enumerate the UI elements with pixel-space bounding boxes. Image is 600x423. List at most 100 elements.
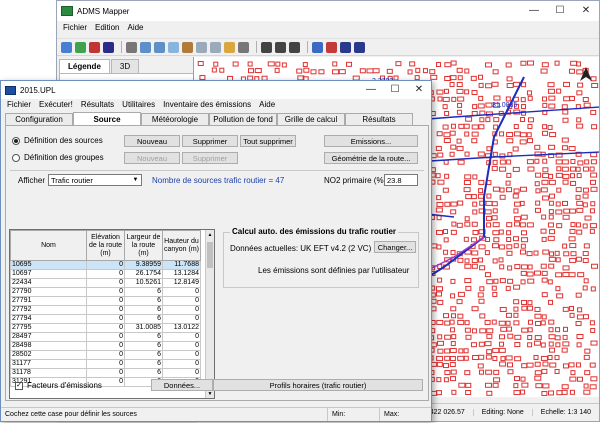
tab-meteorologie[interactable]: Météorologie xyxy=(141,113,209,125)
draw-polygon-icon[interactable] xyxy=(289,41,300,53)
emissions-button[interactable]: Emissions... xyxy=(324,135,418,147)
table-scrollbar[interactable]: ▲ ▼ xyxy=(205,230,214,398)
tab-grille-de-calcul[interactable]: Grille de calcul xyxy=(277,113,345,125)
minimize-icon[interactable]: — xyxy=(359,81,383,98)
cell-hauteur[interactable]: 13.1284 xyxy=(162,269,201,279)
cell-hauteur[interactable]: 0 xyxy=(162,305,201,315)
pan-hand-icon[interactable] xyxy=(182,41,193,53)
table-row[interactable]: 27792 0 6 0 xyxy=(10,305,201,315)
tab-3d[interactable]: 3D xyxy=(110,59,140,73)
menu-fichier[interactable]: Fichier xyxy=(3,100,35,112)
info-tool-icon[interactable] xyxy=(224,41,235,53)
cell-elevation[interactable]: 0 xyxy=(86,332,125,342)
cell-hauteur[interactable]: 0 xyxy=(162,296,201,306)
mapper-menu-aide[interactable]: Aide xyxy=(123,23,147,37)
table-row[interactable]: 27790 0 6 0 xyxy=(10,287,201,297)
cell-nom[interactable]: 31178 xyxy=(10,368,87,378)
mapper-menu-edition[interactable]: Edition xyxy=(91,23,123,37)
cell-largeur[interactable]: 6 xyxy=(124,359,163,369)
remove-layer-icon[interactable] xyxy=(89,41,100,53)
select-tool-icon[interactable] xyxy=(126,41,137,53)
cell-largeur[interactable]: 6 xyxy=(124,314,163,324)
cell-elevation[interactable]: 0 xyxy=(86,341,125,351)
cell-nom[interactable]: 28498 xyxy=(10,341,87,351)
menu-aide[interactable]: Aide xyxy=(255,100,279,112)
maximize-icon[interactable]: ☐ xyxy=(383,81,407,98)
draw-point-icon[interactable] xyxy=(261,41,272,53)
cell-hauteur[interactable]: 0 xyxy=(162,314,201,324)
cell-nom[interactable]: 22434 xyxy=(10,278,87,288)
table-row[interactable]: 28497 0 6 0 xyxy=(10,332,201,342)
cell-elevation[interactable]: 0 xyxy=(86,305,125,315)
cell-elevation[interactable]: 0 xyxy=(86,296,125,306)
cell-nom[interactable]: 10697 xyxy=(10,269,87,279)
cell-elevation[interactable]: 0 xyxy=(86,287,125,297)
col-largeur[interactable]: Largeur de la route (m) xyxy=(124,230,163,261)
cell-hauteur[interactable]: 0 xyxy=(162,341,201,351)
open-file-icon[interactable] xyxy=(61,41,72,53)
cell-nom[interactable]: 27792 xyxy=(10,305,87,315)
table-row[interactable]: 27791 0 6 0 xyxy=(10,296,201,306)
menu-resultats[interactable]: Résultats xyxy=(77,100,118,112)
table-row[interactable]: 27795 0 31.0085 13.0122 xyxy=(10,323,201,333)
cell-nom[interactable]: 27794 xyxy=(10,314,87,324)
tab-configuration[interactable]: Configuration xyxy=(5,113,73,125)
menu-utilitaires[interactable]: Utilitaires xyxy=(118,100,159,112)
table-row[interactable]: 10695 0 9.38959 11.7688 xyxy=(10,260,201,270)
table-row[interactable]: 31178 0 6 0 xyxy=(10,368,201,378)
cell-largeur[interactable]: 6 xyxy=(124,341,163,351)
tab-source[interactable]: Source xyxy=(73,112,141,125)
cell-largeur[interactable]: 6 xyxy=(124,287,163,297)
close-icon[interactable]: ✕ xyxy=(573,1,599,19)
supprimer-group-button[interactable]: Supprimer xyxy=(182,152,238,164)
table-row[interactable]: 28498 0 6 0 xyxy=(10,341,201,351)
nouveau-button[interactable]: Nouveau xyxy=(124,135,180,147)
menu-inventaire[interactable]: Inventaire des émissions xyxy=(159,100,255,112)
cell-hauteur[interactable]: 0 xyxy=(162,359,201,369)
cell-elevation[interactable]: 0 xyxy=(86,368,125,378)
cell-largeur[interactable]: 6 xyxy=(124,305,163,315)
cell-largeur[interactable]: 10.5261 xyxy=(124,278,163,288)
zoom-extent-icon[interactable] xyxy=(168,41,179,53)
3d-view-icon[interactable] xyxy=(340,41,351,53)
cell-hauteur[interactable]: 12.8149 xyxy=(162,278,201,288)
zoom-in-icon[interactable] xyxy=(140,41,151,53)
table-row[interactable]: 28502 0 6 0 xyxy=(10,350,201,360)
supprimer-button[interactable]: Supprimer xyxy=(182,135,238,147)
scroll-up-icon[interactable]: ▲ xyxy=(206,230,214,239)
measure-tool-icon[interactable] xyxy=(238,41,249,53)
cell-largeur[interactable]: 6 xyxy=(124,332,163,342)
export-icon[interactable] xyxy=(354,41,365,53)
cell-largeur[interactable]: 6 xyxy=(124,296,163,306)
maximize-icon[interactable]: ☐ xyxy=(547,1,573,19)
cell-elevation[interactable]: 0 xyxy=(86,278,125,288)
cell-nom[interactable]: 27790 xyxy=(10,287,87,297)
cell-largeur[interactable]: 26.1754 xyxy=(124,269,163,279)
no2-input[interactable]: 23.8 xyxy=(384,174,418,186)
cell-nom[interactable]: 27791 xyxy=(10,296,87,306)
cell-hauteur[interactable]: 0 xyxy=(162,368,201,378)
col-elevation[interactable]: Elévation de la route (m) xyxy=(86,230,125,261)
profils-horaires-button[interactable]: Profils horaires (trafic routier) xyxy=(213,379,423,391)
cell-hauteur[interactable]: 0 xyxy=(162,350,201,360)
contour-icon[interactable] xyxy=(326,41,337,53)
cell-nom[interactable]: 31177 xyxy=(10,359,87,369)
menu-executer[interactable]: Exécuter! xyxy=(35,100,77,112)
cell-nom[interactable]: 28497 xyxy=(10,332,87,342)
cell-elevation[interactable]: 0 xyxy=(86,323,125,333)
cell-largeur[interactable]: 6 xyxy=(124,368,163,378)
afficher-select[interactable]: Trafic routier ▼ xyxy=(48,174,142,186)
minimize-icon[interactable]: — xyxy=(521,1,547,19)
table-row[interactable]: 31177 0 6 0 xyxy=(10,359,201,369)
tab-resultats[interactable]: Résultats xyxy=(345,113,413,125)
facteurs-emissions-checkbox[interactable]: ✓ Facteurs d'émissions xyxy=(15,381,102,390)
cell-hauteur[interactable]: 13.0122 xyxy=(162,323,201,333)
cell-elevation[interactable]: 0 xyxy=(86,359,125,369)
globe-icon[interactable] xyxy=(103,41,114,53)
cell-hauteur[interactable]: 0 xyxy=(162,332,201,342)
layer-properties-icon[interactable] xyxy=(312,41,323,53)
cell-elevation[interactable]: 0 xyxy=(86,269,125,279)
cell-largeur[interactable]: 9.38959 xyxy=(124,260,163,270)
zoom-next-icon[interactable] xyxy=(210,41,221,53)
donnees-button[interactable]: Données... xyxy=(151,379,213,391)
